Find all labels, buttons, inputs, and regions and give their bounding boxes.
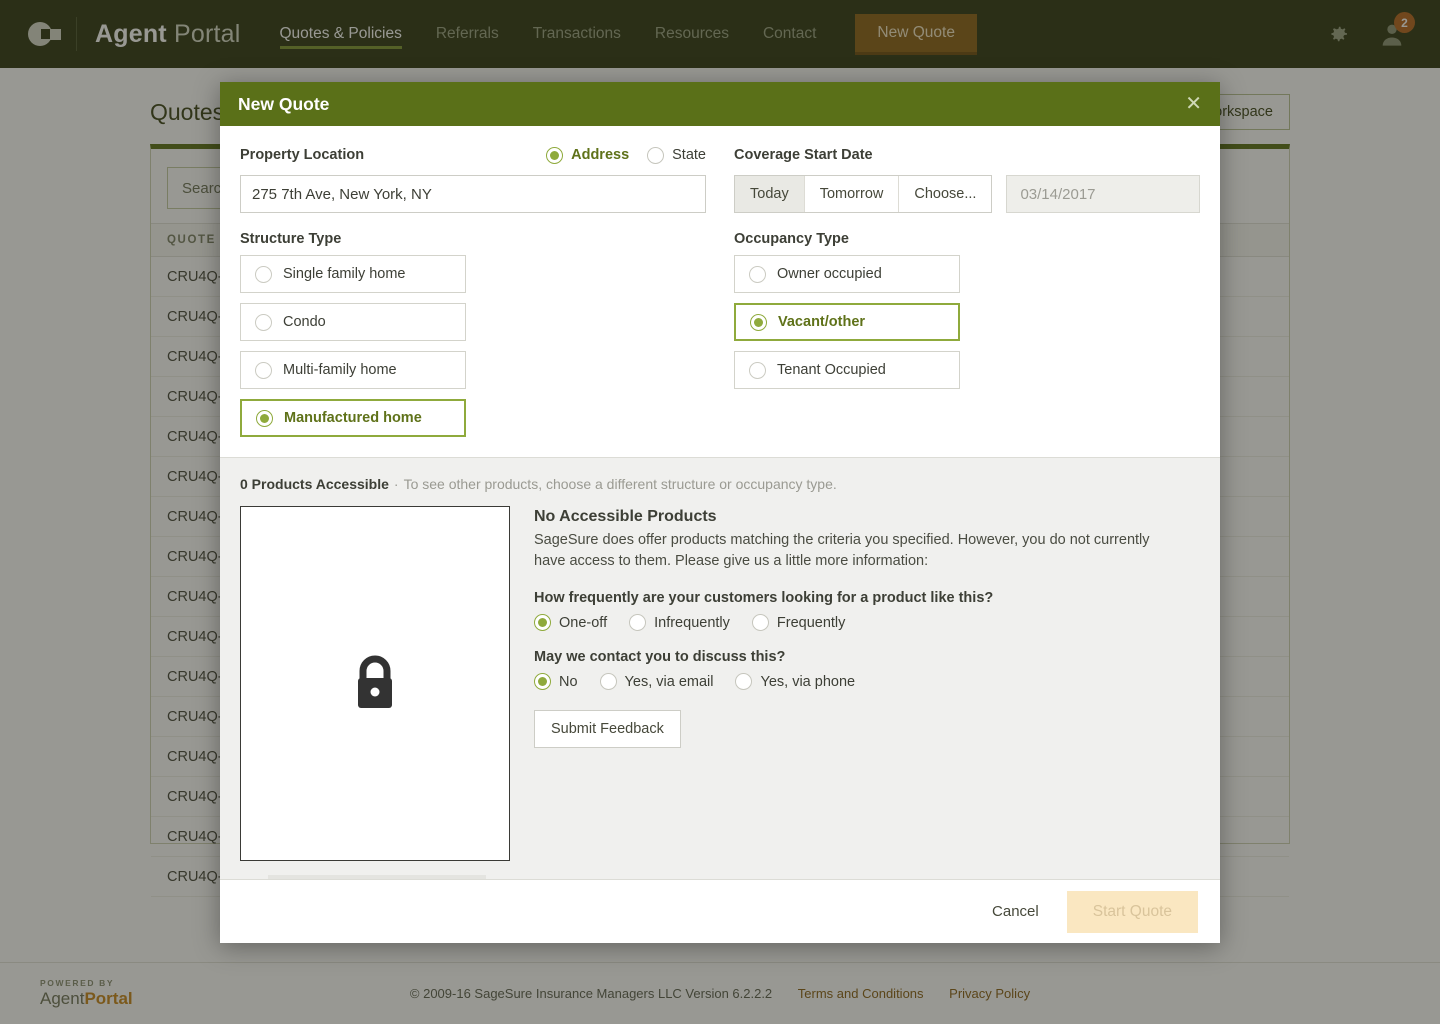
placeholder-skeleton — [240, 875, 510, 879]
location-mode-toggle: Address State — [546, 146, 706, 164]
submit-feedback-button[interactable]: Submit Feedback — [534, 710, 681, 749]
radio-dot-icon — [751, 614, 769, 632]
radio-location-state-label: State — [672, 147, 706, 163]
date-preset-today-button[interactable]: Today — [735, 176, 805, 212]
occupancy-type-group: Occupancy Type Owner occupied Vacant/oth… — [734, 231, 1200, 437]
date-preset-segmented-control: Today Tomorrow Choose... — [734, 175, 993, 213]
radio-dot-icon — [534, 614, 551, 632]
radio-dot-icon — [255, 265, 272, 283]
coverage-start-date-group: Coverage Start Date Today Tomorrow Choos… — [734, 142, 1200, 213]
close-icon[interactable]: ✕ — [1185, 94, 1202, 114]
products-accessible-hint: To see other products, choose a differen… — [403, 476, 837, 492]
property-location-label: Property Location — [240, 147, 365, 163]
property-address-input[interactable] — [240, 175, 706, 213]
option-single-family-home[interactable]: Single family home — [240, 255, 466, 293]
radio-frequency-one-off[interactable]: One-off — [534, 614, 608, 632]
new-quote-modal: New Quote ✕ Property Location Address St… — [220, 82, 1220, 943]
modal-body: 0 Products Accessible · To see other produ… — [220, 458, 1220, 879]
option-label: Condo — [283, 314, 326, 330]
radio-location-state[interactable]: State — [647, 146, 706, 164]
option-multi-family-home[interactable]: Multi-family home — [240, 351, 466, 389]
radio-dot-icon — [750, 313, 767, 331]
products-accessible-count: 0 Products Accessible — [240, 476, 389, 492]
frequency-question-label: How frequently are your customers lookin… — [534, 590, 994, 607]
radio-label: Infrequently — [654, 614, 730, 631]
contact-options: No Yes, via email Yes, via phone — [534, 673, 1154, 691]
radio-contact-no[interactable]: No — [534, 673, 578, 691]
radio-frequency-frequently[interactable]: Frequently — [751, 614, 846, 632]
radio-location-address[interactable]: Address — [546, 146, 630, 164]
radio-dot-icon — [546, 146, 564, 164]
occupancy-type-label: Occupancy Type — [734, 231, 849, 247]
radio-label: Frequently — [776, 614, 846, 631]
radio-location-address-label: Address — [571, 147, 630, 163]
radio-contact-email[interactable]: Yes, via email — [599, 673, 714, 691]
cancel-button[interactable]: Cancel — [978, 893, 1053, 930]
coverage-date-display[interactable]: 03/14/2017 — [1006, 175, 1200, 213]
option-label: Tenant Occupied — [777, 362, 886, 378]
radio-dot-icon — [255, 313, 272, 331]
products-accessible-status: 0 Products Accessible · To see other produ… — [240, 476, 1200, 492]
locked-product-preview — [240, 506, 510, 879]
radio-label: No — [559, 673, 578, 690]
structure-type-label: Structure Type — [240, 231, 342, 247]
radio-frequency-infrequently[interactable]: Infrequently — [629, 614, 730, 632]
option-manufactured-home[interactable]: Manufactured home — [240, 399, 466, 437]
radio-label: Yes, via phone — [760, 673, 856, 690]
lock-icon — [358, 655, 392, 708]
radio-dot-icon — [534, 673, 551, 691]
coverage-start-date-label: Coverage Start Date — [734, 147, 873, 163]
option-label: Single family home — [283, 266, 406, 282]
frequency-options: One-off Infrequently Frequently — [534, 614, 1154, 632]
radio-label: Yes, via email — [624, 673, 714, 690]
skeleton-bar — [268, 875, 486, 879]
radio-dot-icon — [256, 409, 273, 427]
radio-label: One-off — [559, 614, 608, 631]
quote-criteria-form: Property Location Address State 275 7th … — [220, 126, 1220, 458]
radio-dot-icon — [749, 361, 766, 379]
no-products-body: SageSure does offer products matching th… — [534, 532, 1150, 570]
option-owner-occupied[interactable]: Owner occupied — [734, 255, 960, 293]
property-location-group: Property Location Address State — [240, 142, 706, 213]
radio-dot-icon — [255, 361, 272, 379]
date-preset-choose-button[interactable]: Choose... — [899, 176, 992, 212]
radio-dot-icon — [735, 673, 753, 691]
option-vacant-other[interactable]: Vacant/other — [734, 303, 960, 341]
option-condo[interactable]: Condo — [240, 303, 466, 341]
contact-question-label: May we contact you to discuss this? — [534, 649, 786, 666]
option-label: Manufactured home — [284, 410, 422, 426]
radio-dot-icon — [749, 265, 766, 283]
modal-title: New Quote — [238, 93, 330, 114]
locked-card — [240, 506, 510, 861]
radio-dot-icon — [599, 673, 617, 691]
option-label: Owner occupied — [777, 266, 882, 282]
start-quote-button[interactable]: Start Quote — [1066, 890, 1198, 933]
date-preset-tomorrow-button[interactable]: Tomorrow — [804, 176, 900, 212]
radio-dot-icon — [647, 146, 665, 164]
option-tenant-occupied[interactable]: Tenant Occupied — [734, 351, 960, 389]
option-label: Vacant/other — [778, 314, 866, 330]
structure-type-group: Structure Type Single family home Condo … — [240, 231, 706, 437]
radio-contact-phone[interactable]: Yes, via phone — [735, 673, 856, 691]
no-products-heading: No Accessible Products — [534, 508, 717, 525]
option-label: Multi-family home — [283, 362, 397, 378]
radio-dot-icon — [629, 614, 647, 632]
modal-header: New Quote ✕ — [220, 82, 1220, 126]
no-products-info: No Accessible Products SageSure does off… — [534, 506, 1154, 879]
status-separator: · — [393, 476, 399, 492]
modal-footer: Cancel Start Quote — [220, 879, 1220, 943]
